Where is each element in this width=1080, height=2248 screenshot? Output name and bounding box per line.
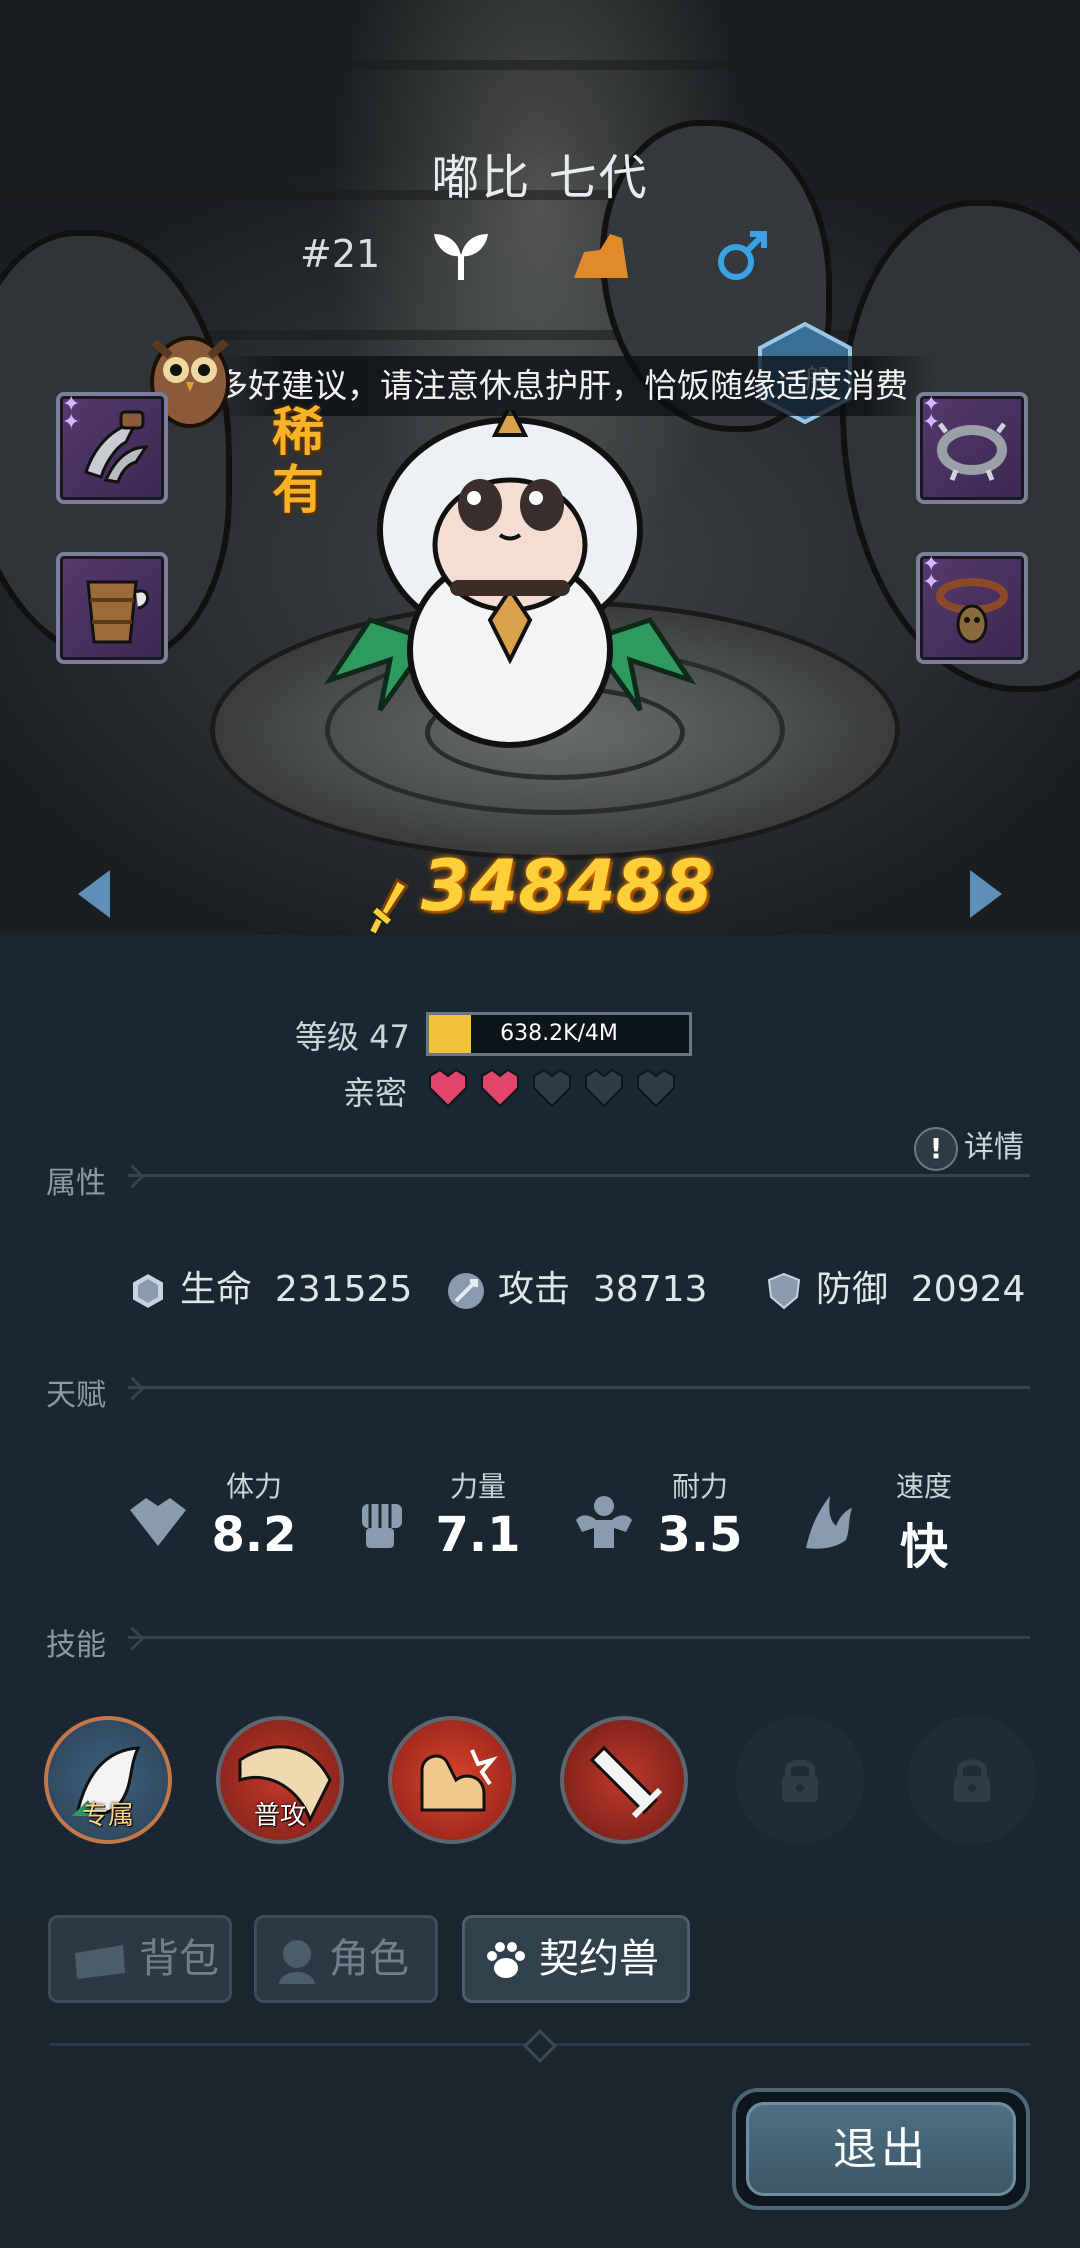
section-divider: [128, 1174, 1030, 1177]
male-gender-icon[interactable]: [712, 228, 774, 284]
talent-strength-label: 力量: [449, 1470, 506, 1503]
exp-text: 638.2K/4M: [500, 1021, 618, 1046]
wall-plank: [0, 60, 1080, 70]
pet-character[interactable]: [310, 410, 710, 750]
tab-contract-beast-label: 契约兽: [539, 1936, 659, 1982]
wooden-bucket-armor-icon: [86, 580, 149, 644]
attr-health-label: 生命: [180, 1269, 253, 1310]
skill-exclusive-label: 专属: [81, 1801, 134, 1831]
spiked-ring-icon: [937, 422, 1007, 481]
exit-button[interactable]: 退出: [732, 2088, 1030, 2210]
collar-pendant-icon: [936, 578, 1008, 644]
defense-icon: [767, 1272, 801, 1310]
speed-icon: [806, 1496, 852, 1549]
combat-power-value: 348488: [420, 845, 714, 927]
lock-icon: [954, 1759, 990, 1802]
talent-strength-value: 7.1: [435, 1507, 521, 1563]
exp-bar: 638.2K/4M: [426, 1012, 692, 1056]
talent-endurance-value: 3.5: [657, 1507, 743, 1563]
intimacy-hearts: [426, 1068, 686, 1108]
endurance-icon: [576, 1496, 632, 1548]
tab-character-label: 角色: [329, 1936, 409, 1982]
skill-power-up[interactable]: [388, 1716, 516, 1844]
talent-speed: 速度 快: [864, 1465, 984, 1577]
intimacy-label: 亲密: [343, 1074, 408, 1112]
heart-filled-icon: [481, 1068, 519, 1108]
attr-attack-value: 38713: [592, 1269, 708, 1310]
exclamation-icon: !: [914, 1126, 958, 1171]
skill-slash[interactable]: [560, 1716, 688, 1844]
flex-arm-icon: [420, 1749, 498, 1812]
combat-power: 348488: [0, 845, 1080, 935]
section-divider: [128, 1636, 1030, 1639]
stamina-icon: [130, 1498, 186, 1546]
heart-filled-icon: [429, 1068, 467, 1108]
equip-slot-ring[interactable]: ✦ ✦: [916, 392, 1028, 504]
backpack-icon: [75, 1945, 125, 1979]
talent-stamina-value: 8.2: [211, 1507, 297, 1563]
skill-locked-slot[interactable]: [736, 1716, 864, 1844]
attr-health: 生命 231525: [128, 1260, 412, 1312]
attack-icon: [448, 1273, 484, 1309]
talent-speed-value: 快: [899, 1519, 948, 1575]
section-attributes-title: 属性: [46, 1166, 106, 1201]
talent-strength: 力量 7.1: [418, 1465, 538, 1563]
tab-contract-beast[interactable]: 契约兽: [462, 1915, 690, 2003]
tab-backpack[interactable]: 背包: [48, 1915, 232, 2003]
rarity-label: 稀有: [272, 403, 325, 521]
sword-slash-icon: [589, 1745, 663, 1819]
rock-element-icon[interactable]: [570, 228, 632, 284]
pet-number: #21: [300, 232, 381, 276]
strength-icon: [362, 1504, 402, 1548]
heart-empty-icon: [637, 1068, 675, 1108]
equip-slot-armor[interactable]: [56, 552, 168, 664]
claw-weapon-icon: [84, 410, 149, 484]
talent-stamina: 体力 8.2: [194, 1465, 314, 1563]
leaf-sprout-icon[interactable]: [430, 228, 492, 284]
attr-defense-value: 20924: [910, 1269, 1026, 1310]
talent-endurance-label: 耐力: [671, 1470, 728, 1503]
heart-empty-icon: [533, 1068, 571, 1108]
talent-endurance: 耐力 3.5: [640, 1465, 760, 1563]
tab-backpack-label: 背包: [139, 1936, 219, 1982]
heart-empty-icon: [585, 1068, 623, 1108]
section-skills-title: 技能: [46, 1628, 106, 1663]
power-sword-icon: [370, 877, 409, 933]
attr-defense: 防御 20924: [764, 1260, 1025, 1312]
equip-slot-weapon[interactable]: ✦ ✦: [56, 392, 168, 504]
skill-basic-attack[interactable]: 普攻: [216, 1716, 344, 1844]
details-label: 详情: [964, 1130, 1024, 1165]
notice-text: 多好建议，请注意休息护肝，恰饭随缘适度消费: [215, 366, 908, 405]
exit-button-label: 退出: [746, 2102, 1016, 2196]
attr-attack-label: 攻击: [498, 1269, 571, 1310]
pet-display-scene: 嘟比 七代 #21 一般 多好建议，请注意休息护肝，恰饭随缘适度消费 稀有 ✦✦: [0, 0, 1080, 935]
paw-icon: [487, 1942, 525, 1978]
details-button[interactable]: ! 详情: [914, 1122, 1024, 1171]
tab-character[interactable]: 角色: [254, 1915, 438, 2003]
level-label: 等级 47: [295, 1018, 410, 1056]
talent-speed-label: 速度: [895, 1470, 952, 1503]
attr-attack: 攻击 38713: [446, 1260, 707, 1312]
skill-exclusive[interactable]: 专属: [44, 1716, 172, 1844]
character-icon: [279, 1940, 315, 1984]
talent-stamina-label: 体力: [225, 1470, 282, 1503]
equip-slot-necklace[interactable]: ✦ ✦: [916, 552, 1028, 664]
attr-defense-label: 防御: [816, 1269, 889, 1310]
section-talents-title: 天赋: [46, 1378, 106, 1413]
skill-locked-slot[interactable]: [908, 1716, 1036, 1844]
lock-icon: [782, 1759, 818, 1802]
pet-name: 嘟比 七代: [431, 150, 649, 206]
skill-basic-attack-label: 普攻: [253, 1801, 306, 1831]
health-icon: [131, 1271, 165, 1311]
attr-health-value: 231525: [274, 1269, 413, 1310]
section-divider: [128, 1386, 1030, 1389]
